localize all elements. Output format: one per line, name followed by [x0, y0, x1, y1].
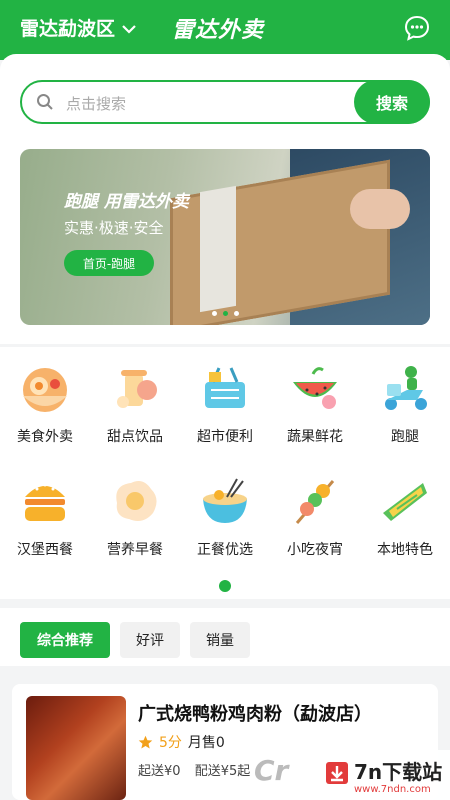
- supermarket-basket-icon: [205, 367, 245, 408]
- chevron-down-icon: [122, 24, 136, 34]
- courier-scooter-icon: [385, 366, 427, 410]
- skewer-icon: [295, 480, 335, 524]
- store-name: 广式烧鸭粉鸡肉粉（勐波店）: [138, 704, 372, 725]
- filter-recommended[interactable]: 综合推荐: [20, 622, 110, 658]
- store-delivery-fee: 配送¥5起: [194, 764, 251, 779]
- category-supermarket[interactable]: 超市便利: [180, 360, 270, 446]
- banner-dot[interactable]: [211, 311, 217, 316]
- location-selector[interactable]: 雷达勐波区: [20, 14, 137, 41]
- filter-sales[interactable]: 销量: [190, 622, 250, 658]
- category-label: 营养早餐: [107, 542, 163, 558]
- search-icon: [37, 94, 53, 110]
- sort-filter-bar: 综合推荐 好评 销量: [0, 608, 450, 666]
- filter-rating[interactable]: 好评: [120, 622, 180, 658]
- location-label: 雷达勐波区: [20, 18, 116, 40]
- category-fruit[interactable]: 蔬果鲜花: [270, 360, 360, 446]
- promo-banner[interactable]: 跑腿 用雷达外卖 实惠·极速·安全 首页-跑腿: [20, 149, 430, 325]
- category-pager-dot[interactable]: [219, 580, 231, 592]
- banner-hand: [350, 189, 410, 229]
- search-input[interactable]: 点击搜索: [66, 93, 126, 114]
- category-dessert[interactable]: 甜点饮品: [90, 360, 180, 446]
- download-icon: [326, 762, 348, 784]
- category-burger[interactable]: 汉堡西餐: [0, 473, 90, 559]
- message-icon[interactable]: [404, 15, 430, 41]
- category-label: 本地特色: [377, 542, 433, 558]
- watermark-title: 7n下载站: [354, 760, 443, 784]
- category-label: 超市便利: [197, 429, 253, 445]
- category-label: 汉堡西餐: [17, 542, 73, 558]
- category-label: 跑腿: [391, 429, 419, 445]
- banner-dot-active[interactable]: [222, 311, 228, 316]
- watermark-logo: Cr: [254, 754, 289, 787]
- store-thumbnail: [26, 696, 126, 800]
- watermark-url: www.7ndn.com: [354, 784, 431, 795]
- dessert-drink-icon: [117, 370, 157, 408]
- store-rating: 5分 月售0: [138, 732, 225, 752]
- category-label: 正餐优选: [197, 542, 253, 558]
- category-breakfast[interactable]: 营养早餐: [90, 473, 180, 559]
- banner-cta-button[interactable]: 首页-跑腿: [64, 250, 154, 276]
- store-monthly-sales: 月售0: [187, 735, 225, 751]
- local-food-icon: [383, 483, 427, 521]
- banner-dot[interactable]: [233, 311, 239, 316]
- category-errand[interactable]: 跑腿: [360, 360, 450, 446]
- banner-dots: [20, 311, 430, 316]
- category-label: 蔬果鲜花: [287, 429, 343, 445]
- category-meal[interactable]: 正餐优选: [180, 473, 270, 559]
- store-min-order: 起送¥0: [138, 764, 181, 779]
- burger-icon: [25, 483, 65, 521]
- search-button[interactable]: 搜索: [354, 80, 430, 124]
- category-label: 甜点饮品: [107, 429, 163, 445]
- store-fees: 起送¥0 配送¥5起: [138, 760, 250, 779]
- app-title: 雷达外卖: [172, 18, 265, 43]
- category-food[interactable]: 美食外卖: [0, 360, 90, 446]
- food-delivery-icon: [23, 368, 67, 412]
- top-bar: 雷达勐波区 雷达外卖: [0, 0, 450, 60]
- fried-egg-icon: [116, 481, 157, 521]
- category-snack[interactable]: 小吃夜宵: [270, 473, 360, 559]
- noodle-bowl-icon: [203, 478, 247, 523]
- store-score: 5分: [159, 735, 182, 751]
- banner-headline: 跑腿 用雷达外卖: [64, 192, 189, 212]
- banner-subline: 实惠·极速·安全: [64, 219, 164, 237]
- category-label: 美食外卖: [17, 429, 73, 445]
- category-local[interactable]: 本地特色: [360, 473, 450, 559]
- banner-tape: [200, 185, 236, 313]
- category-label: 小吃夜宵: [287, 542, 343, 558]
- fruit-flower-icon: [293, 367, 337, 409]
- search-bar[interactable]: 点击搜索 搜索: [20, 80, 430, 124]
- star-icon: [138, 735, 153, 748]
- watermark: Cr 7n下载站 www.7ndn.com: [250, 750, 450, 800]
